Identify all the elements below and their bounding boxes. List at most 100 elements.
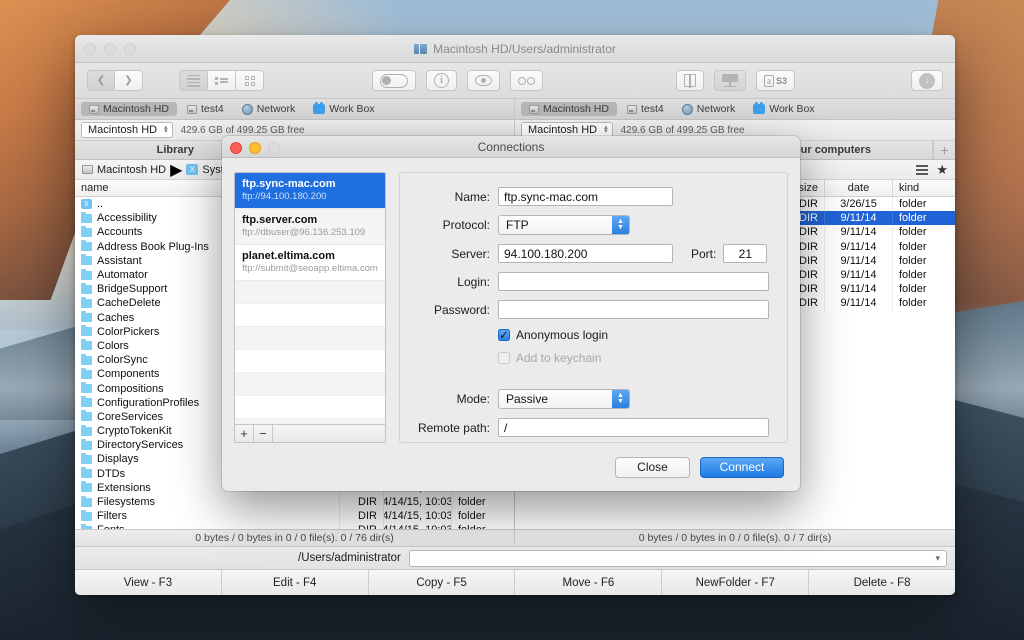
right-tab-work-box[interactable]: Work Box [745,102,822,116]
connect-button[interactable]: Connect [700,456,784,478]
detail-view-icon[interactable] [208,70,236,91]
remote-path-field[interactable]: / [498,418,769,437]
cell-date: 9/11/14 [825,253,893,268]
mode-select[interactable]: Passive ▲ ▼ [498,389,630,409]
connection-list-item[interactable]: ftp.server.com ftp://dbuser@96.136.253.10… [235,209,385,245]
remote-path-label: Remote path: [417,420,490,435]
folder-icon [81,495,92,507]
table-row[interactable]: Filesystems DIR 4/14/15, 10:03 folder [75,494,514,510]
right-tab-macintosh-hd[interactable]: Macintosh HD [521,102,617,116]
mode-row: Mode: Passive ▲ ▼ [406,389,769,409]
dropbox-icon [753,102,766,114]
file-name: CoreServices [97,410,164,423]
port-label: Port: [691,246,717,261]
anonymous-login-row[interactable]: ✓ Anonymous login [498,328,769,342]
table-row[interactable]: Fonts DIR4/14/15, 10:03folder [75,523,514,529]
function-key-button-4[interactable]: Edit - F4 [222,570,369,595]
file-name: Displays [97,453,139,466]
binoculars-icon[interactable] [510,70,543,91]
right-volume-label: Macintosh HD [528,124,598,136]
function-key-button-8[interactable]: Delete - F8 [809,570,955,595]
right-tab-network[interactable]: Network [674,102,744,116]
chevron-down-icon[interactable]: ▾ [935,553,940,564]
function-key-button-5[interactable]: Copy - F5 [369,570,516,595]
eye-icon[interactable] [467,70,500,91]
view-mode-segment[interactable] [179,70,264,91]
right-header-kind[interactable]: kind [893,180,955,196]
file-name: ConfigurationProfiles [97,396,200,409]
function-key-bar: View - F3 Edit - F4 Copy - F5 Move - F6 NewF… [75,569,955,595]
command-input[interactable]: ▾ [408,549,947,567]
left-tab-test4[interactable]: test4 [179,102,232,116]
folder-icon [81,467,92,479]
connection-list-empty-row [235,396,385,419]
connection-list-item[interactable]: ftp.sync-mac.com ftp://94.100.180.200 [235,173,385,209]
cell-kind: folder [899,283,927,296]
cell-kind: folder [899,254,927,267]
connection-list-item[interactable]: planet.eltima.com ftp://submit@seoapp.elt… [235,245,385,281]
cell-date: 9/11/14 [825,239,893,254]
anonymous-login-checkbox[interactable]: ✓ [498,328,510,342]
file-name: Extensions [97,481,151,494]
cell-name: Fonts [75,523,340,529]
favorite-star-icon[interactable]: ★ [936,163,948,176]
left-tab-network[interactable]: Network [234,102,304,116]
dialog-titlebar: Connections [222,136,800,158]
forward-button[interactable]: ❯ [115,70,143,91]
amazon-s3-button[interactable]: a S3 [755,70,795,91]
folder-icon [81,452,92,464]
right-tab-test4[interactable]: test4 [619,102,672,116]
back-button[interactable]: ❮ [87,70,115,91]
grid-view-icon[interactable] [236,70,264,91]
navigation-segment[interactable]: ❮ ❯ [87,70,143,91]
footer-spacer [273,425,385,442]
close-button[interactable]: Close [615,456,690,478]
port-field[interactable]: 21 [723,244,768,263]
breadcrumb-macintosh-hd[interactable]: Macintosh HD [97,164,166,176]
folder-icon [81,296,92,308]
left-tab-work-box[interactable]: Work Box [305,102,382,116]
function-key-button-6[interactable]: Move - F6 [515,570,663,595]
function-key-button-3[interactable]: View - F3 [75,570,222,595]
cell-date: 4/14/15, 10:03 [384,509,452,524]
info-icon[interactable]: i [426,70,457,91]
folder-icon [81,325,92,337]
server-icon[interactable] [713,70,746,91]
download-icon[interactable]: ↓ [911,70,943,91]
hard-drive-icon [89,104,99,114]
cell-date: 4/14/15, 10:03 [384,494,452,510]
table-row[interactable]: Filters DIR 4/14/15, 10:03 folder [75,509,514,524]
chevron-updown-icon: ▴ ▾ [164,124,168,135]
globe-icon [681,103,693,115]
left-volume-select[interactable]: Macintosh HD ▴ ▾ [81,122,173,138]
chevron-updown-icon: ▲ ▼ [612,390,629,408]
file-name: DirectoryServices [97,439,184,452]
drive-icon [186,104,197,114]
remove-connection-button[interactable]: − [254,425,273,442]
connection-list-empty-row [235,350,385,373]
right-add-column-button[interactable]: + [933,141,955,159]
function-key-button-7[interactable]: NewFolder - F7 [662,570,810,595]
left-tab-macintosh-hd[interactable]: Macintosh HD [81,102,177,116]
login-field[interactable] [498,272,769,291]
toggle-switch-icon[interactable] [372,70,416,91]
connection-name: planet.eltima.com [242,250,335,262]
s3-label: S3 [775,75,787,86]
name-field[interactable]: ftp.sync-mac.com [498,187,673,206]
password-label: Password: [433,302,490,317]
globe-icon [241,103,253,115]
add-connection-button[interactable]: + [235,425,254,442]
parent-folder-icon: X [81,199,92,210]
tab-label: Macintosh HD [543,103,609,115]
server-field[interactable]: 94.100.180.200 [498,244,673,263]
list-view-icon[interactable] [179,70,208,91]
right-header-date[interactable]: date [825,180,893,196]
connection-name: ftp.server.com [242,214,318,226]
file-name: Fonts [97,524,125,529]
server-value: 94.100.180.200 [504,246,588,261]
menu-icon[interactable] [916,164,929,175]
connections-list[interactable]: ftp.sync-mac.com ftp://94.100.180.200 ftp.… [235,173,385,424]
split-view-icon[interactable] [675,70,704,91]
password-field[interactable] [498,300,769,319]
protocol-select[interactable]: FTP ▲ ▼ [498,215,630,235]
